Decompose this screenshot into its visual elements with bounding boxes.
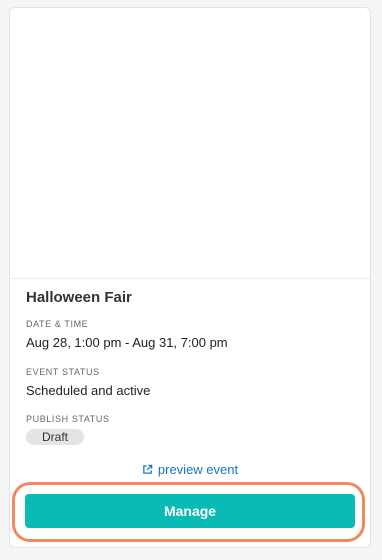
- event-title: Halloween Fair: [26, 289, 132, 306]
- publish-status-badge: Draft: [26, 429, 85, 445]
- preview-event-label[interactable]: preview event: [158, 462, 238, 477]
- event-status-label: EVENT STATUS: [26, 367, 100, 377]
- event-status-value: Scheduled and active: [26, 383, 151, 398]
- date-time-value: Aug 28, 1:00 pm - Aug 31, 7:00 pm: [26, 335, 228, 350]
- date-time-label: DATE & TIME: [26, 319, 89, 329]
- external-link-icon: [142, 463, 153, 478]
- event-image-placeholder: [10, 8, 370, 279]
- manage-button[interactable]: Manage: [25, 494, 355, 528]
- event-card: Halloween Fair DATE & TIME Aug 28, 1:00 …: [9, 7, 371, 548]
- preview-event-link[interactable]: preview event: [10, 462, 370, 478]
- publish-status-label: PUBLISH STATUS: [26, 414, 110, 424]
